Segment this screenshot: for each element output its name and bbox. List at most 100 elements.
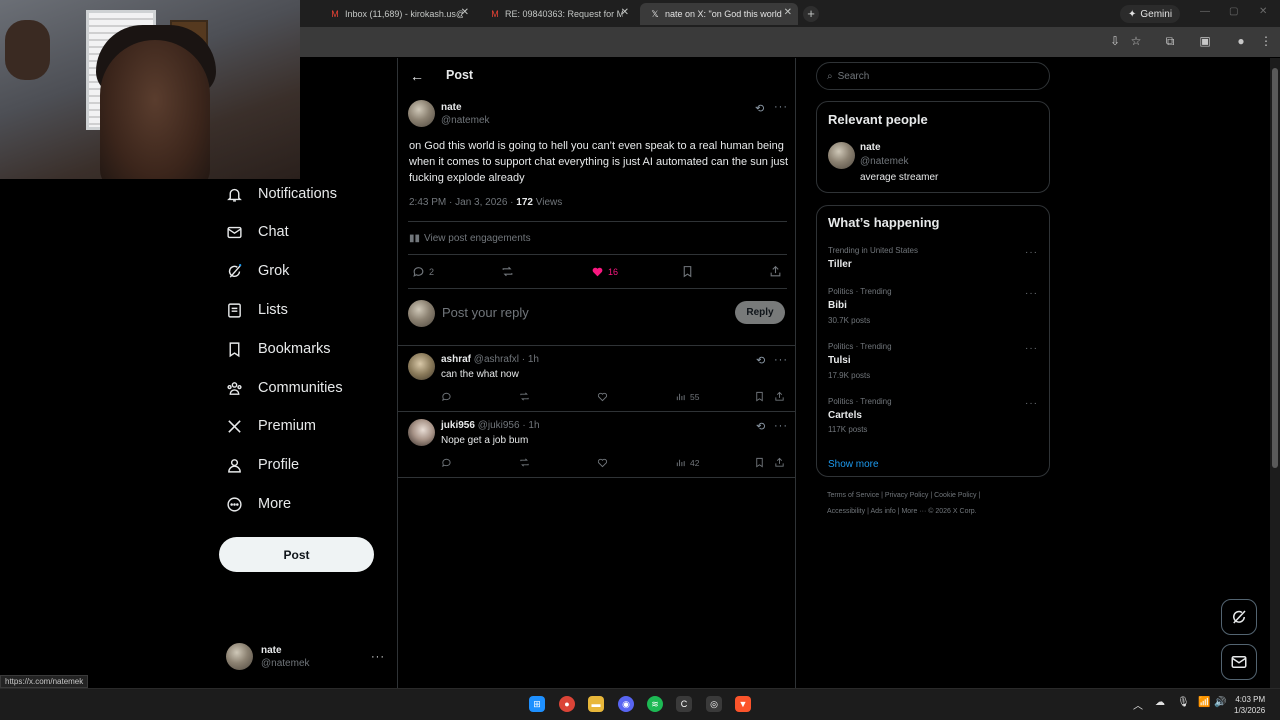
messages-floating-button[interactable] <box>1221 644 1257 680</box>
extensions-icon[interactable]: ⧉ <box>1163 34 1177 48</box>
comment-author-name[interactable]: juki956 <box>441 420 475 431</box>
search-input[interactable]: ⌕ Search <box>816 62 1050 90</box>
taskbar-clock[interactable]: 4:03 PM 1/3/2026 <box>1234 694 1265 716</box>
trend-more-icon[interactable]: ··· <box>1025 247 1038 258</box>
sidebar-item-label: Profile <box>258 457 300 473</box>
share-action[interactable] <box>769 265 782 278</box>
trend-more-icon[interactable]: ··· <box>1025 343 1038 354</box>
bookmark-action[interactable] <box>681 265 694 278</box>
sidebar-item-chat[interactable]: Chat <box>225 219 289 245</box>
sidebar-item-communities[interactable]: Communities <box>225 375 343 401</box>
obs-icon[interactable]: ◎ <box>706 696 722 712</box>
trend-name[interactable]: Tulsi <box>828 355 851 366</box>
sidebar-item-more[interactable]: More <box>225 491 291 517</box>
page-scrollbar[interactable] <box>1270 58 1280 688</box>
tab-gmail-request[interactable]: M RE: 09840363: Request for Man ✕ <box>480 3 635 25</box>
sidebar-item-bookmarks[interactable]: Bookmarks <box>225 336 331 362</box>
install-icon[interactable]: ⇩ <box>1108 34 1122 48</box>
avatar[interactable] <box>408 100 435 127</box>
comment-share-action[interactable] <box>774 391 785 402</box>
comment-reply-action[interactable] <box>441 457 452 468</box>
comment-bookmark-action[interactable] <box>754 457 765 468</box>
reply-button[interactable]: Reply <box>735 301 785 324</box>
relevant-person-name[interactable]: nate <box>860 142 881 153</box>
account-switcher[interactable]: nate @natemek <box>226 643 310 670</box>
microphone-icon[interactable]: 🎙 <box>1177 697 1190 708</box>
communities-icon <box>225 379 243 397</box>
comment-reply-action[interactable] <box>441 391 452 402</box>
tab-gmail-inbox[interactable]: M Inbox (11,689) - kirokash.us@g ✕ <box>320 3 475 25</box>
comment-like-action[interactable] <box>597 457 608 468</box>
mail-icon <box>225 223 243 241</box>
ccleaner-icon[interactable]: C <box>676 696 692 712</box>
reply-input[interactable]: Post your reply <box>442 305 529 320</box>
relevant-person-handle[interactable]: @natemek <box>860 156 909 167</box>
comment-repost-action[interactable] <box>519 457 530 468</box>
avatar[interactable] <box>828 142 855 169</box>
trend-name[interactable]: Tiller <box>828 259 852 270</box>
avatar[interactable] <box>408 419 435 446</box>
repost-action[interactable] <box>501 265 514 278</box>
view-engagements-link[interactable]: ▮▮ View post engagements <box>409 233 531 244</box>
comment-views-action[interactable]: 42 <box>675 457 699 468</box>
post-author-name[interactable]: nate <box>441 102 462 113</box>
tray-chevron-icon[interactable]: ︿ <box>1133 697 1143 712</box>
close-icon[interactable]: ✕ <box>461 7 469 18</box>
post-button[interactable]: Post <box>219 537 374 572</box>
onedrive-icon[interactable]: ☁ <box>1155 697 1165 708</box>
more-options-icon[interactable]: ··· <box>774 101 788 113</box>
close-window-icon[interactable]: ✕ <box>1259 6 1267 17</box>
menu-icon[interactable]: ⋮ <box>1259 34 1273 48</box>
more-options-icon[interactable]: ··· <box>774 354 788 366</box>
post-author-handle[interactable]: @natemek <box>441 115 490 126</box>
grok-icon[interactable]: ⟲ <box>756 420 765 433</box>
grok-icon[interactable]: ⟲ <box>756 354 765 367</box>
sidebar-item-notifications[interactable]: Notifications <box>225 181 337 207</box>
sidebar-item-lists[interactable]: Lists <box>225 297 288 323</box>
new-tab-button[interactable]: + <box>803 6 819 22</box>
footer-links-row-1[interactable]: Terms of Service | Privacy Policy | Cook… <box>827 492 980 499</box>
reply-action[interactable]: 2 <box>412 265 434 278</box>
tab-x-post[interactable]: 𝕏 nate on X: "on God this world is ✕ <box>640 3 798 25</box>
maximize-icon[interactable]: ▢ <box>1229 6 1238 17</box>
back-arrow-icon[interactable]: ← <box>410 68 424 84</box>
show-more-link[interactable]: Show more <box>828 459 879 470</box>
footer-links-row-2[interactable]: Accessibility | Ads info | More ··· © 20… <box>827 508 977 515</box>
wifi-icon[interactable]: 📶 <box>1198 697 1210 708</box>
comment-share-action[interactable] <box>774 457 785 468</box>
trend-name[interactable]: Cartels <box>828 410 862 421</box>
gemini-button[interactable]: ✦ Gemini <box>1120 5 1181 23</box>
more-options-icon[interactable]: ··· <box>774 420 788 432</box>
scrollbar-thumb[interactable] <box>1272 68 1278 468</box>
brave-icon[interactable]: ▼ <box>735 696 751 712</box>
avatar[interactable] <box>408 353 435 380</box>
analytics-icon: ▮▮ <box>409 233 421 244</box>
discord-icon[interactable]: ◉ <box>618 696 634 712</box>
sidebar-item-grok[interactable]: Grok <box>225 258 289 284</box>
trend-name[interactable]: Bibi <box>828 300 847 311</box>
reading-list-icon[interactable]: ▣ <box>1198 34 1212 48</box>
sidebar-item-profile[interactable]: Profile <box>225 452 299 478</box>
file-explorer-icon[interactable]: ▬ <box>588 696 604 712</box>
sidebar-item-premium[interactable]: Premium <box>225 413 316 439</box>
windows-start-icon[interactable]: ⊞ <box>529 696 545 712</box>
grok-floating-button[interactable] <box>1221 599 1257 635</box>
minimize-icon[interactable]: — <box>1200 6 1210 17</box>
comment-views-action[interactable]: 55 <box>675 391 699 402</box>
star-icon[interactable]: ☆ <box>1129 34 1143 48</box>
like-action[interactable]: 16 <box>591 265 618 278</box>
comment-author-name[interactable]: ashraf <box>441 354 471 365</box>
comment-bookmark-action[interactable] <box>754 391 765 402</box>
profile-icon[interactable]: ● <box>1234 34 1248 48</box>
chrome-icon[interactable]: ● <box>559 696 575 712</box>
close-icon[interactable]: ✕ <box>621 7 629 18</box>
close-icon[interactable]: ✕ <box>784 7 792 18</box>
comment-repost-action[interactable] <box>519 391 530 402</box>
grok-icon[interactable]: ⟲ <box>755 102 764 115</box>
trend-more-icon[interactable]: ··· <box>1025 398 1038 409</box>
volume-icon[interactable]: 🔊 <box>1214 697 1226 708</box>
trend-more-icon[interactable]: ··· <box>1025 288 1038 299</box>
comment-like-action[interactable] <box>597 391 608 402</box>
account-more-icon[interactable]: ··· <box>371 651 385 663</box>
spotify-icon[interactable]: ≋ <box>647 696 663 712</box>
